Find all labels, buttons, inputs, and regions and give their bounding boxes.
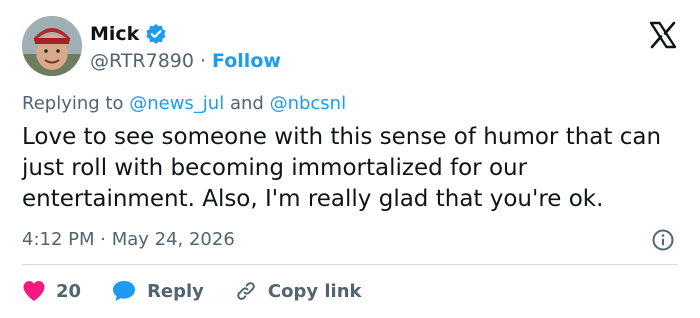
copy-link-label: Copy link bbox=[267, 280, 362, 302]
tweet-card: Mick @RTR7890 · Follow Replying to @news… bbox=[0, 0, 700, 318]
x-logo-icon[interactable] bbox=[648, 20, 678, 50]
mention-link[interactable]: @nbcsnl bbox=[270, 93, 347, 114]
tweet-text: Love to see someone with this sense of h… bbox=[22, 124, 662, 212]
info-icon[interactable] bbox=[651, 228, 675, 252]
heart-icon bbox=[22, 280, 46, 302]
action-bar: 20 Reply Copy link bbox=[22, 278, 392, 304]
follow-button[interactable]: Follow bbox=[212, 49, 281, 73]
copy-link-button[interactable]: Copy link bbox=[234, 279, 362, 303]
replying-to: Replying to @news_jul and @nbcsnl bbox=[22, 92, 346, 116]
comment-bubble-icon bbox=[111, 279, 137, 303]
reply-label: Reply bbox=[147, 280, 204, 302]
avatar[interactable] bbox=[22, 16, 82, 76]
mention-link[interactable]: @news_jul bbox=[129, 93, 224, 114]
reply-button[interactable]: Reply bbox=[111, 279, 204, 303]
replying-and: and bbox=[229, 93, 264, 114]
divider bbox=[22, 264, 678, 265]
author-handle[interactable]: @RTR7890 bbox=[90, 49, 194, 73]
tweet-timestamp[interactable]: 4:12 PM · May 24, 2026 bbox=[22, 228, 235, 252]
separator-dot: · bbox=[199, 50, 207, 72]
link-icon bbox=[234, 279, 258, 303]
author-name[interactable]: Mick bbox=[90, 22, 139, 46]
verified-badge-icon bbox=[145, 23, 167, 45]
replying-prefix: Replying to bbox=[22, 93, 124, 114]
like-button[interactable]: 20 bbox=[22, 280, 81, 302]
like-count: 20 bbox=[56, 280, 82, 302]
